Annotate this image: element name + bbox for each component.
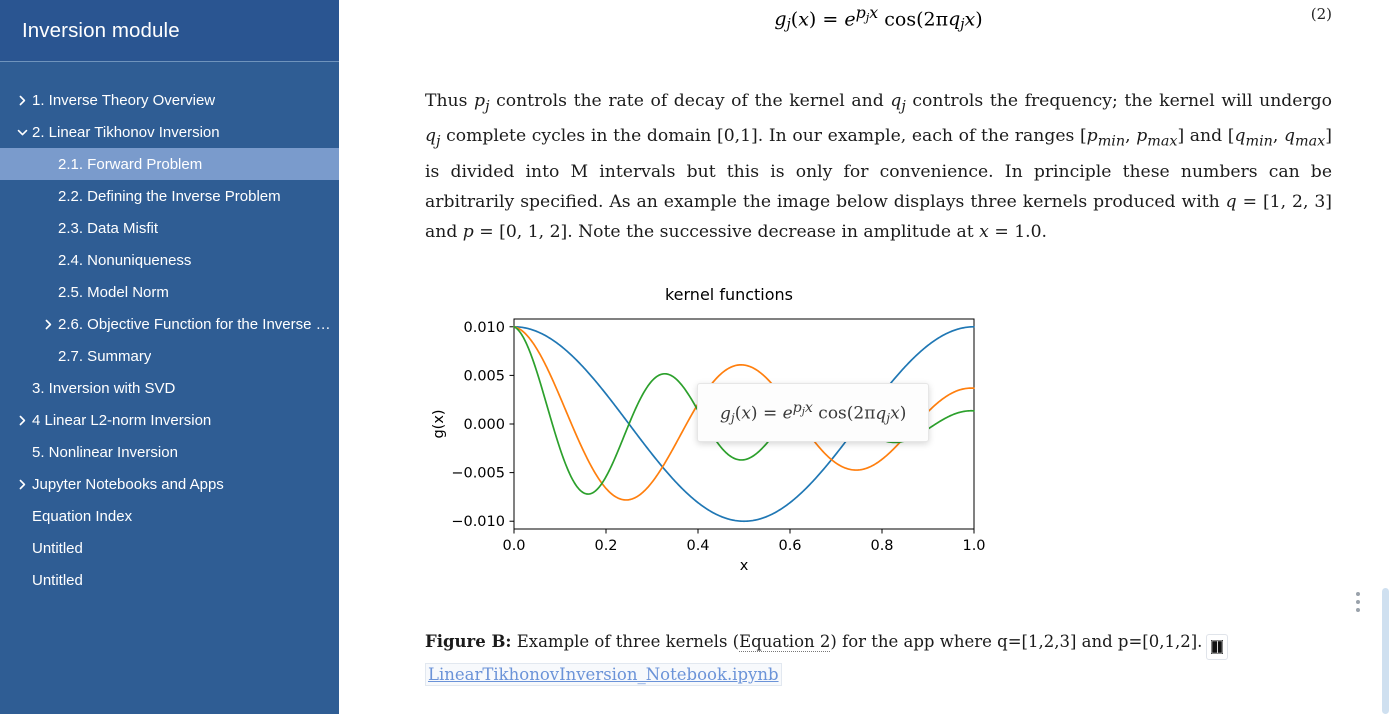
- figure-label: Figure B:: [425, 631, 512, 651]
- sidebar: Inversion module 1. Inverse Theory Overv…: [0, 0, 339, 714]
- sidebar-item-2-2-defining-the-inverse-problem[interactable]: 2.2. Defining the Inverse Problem: [0, 180, 339, 212]
- chevron-down-icon[interactable]: [14, 127, 30, 138]
- sidebar-item-label: 2.5. Model Norm: [58, 283, 169, 301]
- x-tick-label: 0.8: [870, 538, 893, 554]
- sidebar-item-5-nonlinear-inversion[interactable]: 5. Nonlinear Inversion: [0, 436, 339, 468]
- sidebar-item-label: Jupyter Notebooks and Apps: [32, 475, 224, 493]
- y-tick-label: −0.010: [451, 514, 505, 530]
- dot: [1356, 592, 1360, 596]
- caption-text-after: ) for the app where q=[1,2,3] and p=[0,1…: [830, 631, 1203, 651]
- app-root: Inversion module 1. Inverse Theory Overv…: [0, 0, 1390, 714]
- sidebar-item-label: 2.1. Forward Problem: [58, 155, 203, 173]
- sidebar-item-4-linear-l2-norm-inversion[interactable]: 4 Linear L2-norm Inversion: [0, 404, 339, 436]
- sidebar-item-label: 5. Nonlinear Inversion: [32, 443, 178, 461]
- sidebar-item-label: 3. Inversion with SVD: [32, 379, 176, 397]
- figure-caption: Figure B: Example of three kernels (Equa…: [425, 627, 1332, 690]
- sidebar-item-2-7-summary[interactable]: 2.7. Summary: [0, 340, 339, 372]
- sidebar-item-label: 4 Linear L2-norm Inversion: [32, 411, 212, 429]
- chevron-right-icon[interactable]: [14, 95, 30, 106]
- chevron-right-icon[interactable]: [40, 319, 56, 330]
- sidebar-item-label: 2.4. Nonuniqueness: [58, 251, 192, 269]
- sidebar-header: Inversion module: [0, 0, 339, 62]
- x-tick-label: 0.0: [502, 538, 525, 554]
- sidebar-item-label: 2.2. Defining the Inverse Problem: [58, 187, 281, 205]
- equation-reference-link[interactable]: Equation 2: [739, 631, 831, 652]
- sidebar-item-1-inverse-theory-overview[interactable]: 1. Inverse Theory Overview: [0, 84, 339, 116]
- x-tick-label: 0.6: [778, 538, 801, 554]
- sidebar-item-2-linear-tikhonov-inversion[interactable]: 2. Linear Tikhonov Inversion: [0, 116, 339, 148]
- x-axis-label: x: [740, 558, 749, 573]
- sidebar-item-label: Untitled: [32, 539, 83, 557]
- x-tick-label: 1.0: [962, 538, 985, 554]
- notebook-icon[interactable]: [1206, 633, 1229, 660]
- page-scrollbar-thumb[interactable]: [1382, 588, 1389, 714]
- sidebar-item-2-5-model-norm[interactable]: 2.5. Model Norm: [0, 276, 339, 308]
- y-tick-label: 0.005: [463, 368, 505, 384]
- sidebar-item-2-1-forward-problem[interactable]: 2.1. Forward Problem: [0, 148, 339, 180]
- sidebar-item-3-inversion-with-svd[interactable]: 3. Inversion with SVD: [0, 372, 339, 404]
- dot: [1356, 600, 1360, 604]
- y-tick-label: 0.000: [463, 417, 505, 433]
- sidebar-item-untitled[interactable]: Untitled: [0, 532, 339, 564]
- sidebar-item-2-6-objective-function-for-the-inverse[interactable]: 2.6. Objective Function for the Inverse …: [0, 308, 339, 340]
- sidebar-item-label: Untitled: [32, 571, 83, 589]
- plot-canvas: 0.0 0.2 0.4 0.6 0.8 1.0 x 0.010 0.005 0.000 −0.005…: [431, 318, 986, 573]
- sidebar-item-label: 1. Inverse Theory Overview: [32, 91, 216, 109]
- sidebar-item-label: Equation Index: [32, 507, 133, 525]
- equation-block-2: gj(x) = epjx cos(2πqjx) (2): [425, 0, 1332, 40]
- sidebar-item-label: 2.3. Data Misfit: [58, 219, 159, 237]
- sidebar-item-untitled[interactable]: Untitled: [0, 564, 339, 596]
- main-content: gj(x) = epjx cos(2πqjx) (2) Thus pj cont…: [339, 0, 1390, 714]
- body-paragraph: Thus pj controls the rate of decay of th…: [425, 91, 1333, 242]
- vertical-dots-icon[interactable]: [1351, 592, 1365, 612]
- equation-2-body: gj(x) = epjx cos(2πqjx): [774, 3, 983, 33]
- equation-2-number: (2): [1310, 5, 1332, 23]
- equation-tooltip: gj(x) = epjx cos(2πqjx): [697, 383, 930, 442]
- y-axis-label: g(x): [431, 409, 447, 438]
- sidebar-item-label: 2. Linear Tikhonov Inversion: [32, 123, 220, 141]
- sidebar-item-label: 2.6. Objective Function for the Inverse …: [58, 315, 331, 333]
- sidebar-item-label: 2.7. Summary: [58, 347, 152, 365]
- sidebar-item-jupyter-notebooks-and-apps[interactable]: Jupyter Notebooks and Apps: [0, 468, 339, 500]
- sidebar-item-2-4-nonuniqueness[interactable]: 2.4. Nonuniqueness: [0, 244, 339, 276]
- sidebar-item-equation-index[interactable]: Equation Index: [0, 500, 339, 532]
- figure-b: kernel functions 0.0 0.2 0.4 0.6 0.8 1.0 x 0.01…: [425, 285, 1332, 690]
- sidebar-nav: 1. Inverse Theory Overview 2. Linear Tikh…: [0, 62, 339, 596]
- notebook-link[interactable]: LinearTikhonovInversion_Notebook.ipynb: [425, 662, 782, 686]
- chevron-right-icon[interactable]: [14, 479, 30, 490]
- x-tick-label: 0.4: [686, 538, 709, 554]
- sidebar-title: Inversion module: [22, 18, 180, 42]
- chevron-right-icon[interactable]: [14, 415, 30, 426]
- x-tick-label: 0.2: [594, 538, 617, 554]
- sidebar-item-2-3-data-misfit[interactable]: 2.3. Data Misfit: [0, 212, 339, 244]
- caption-text-before: Example of three kernels (: [516, 631, 740, 651]
- y-tick-label: 0.010: [463, 320, 505, 336]
- y-tick-label: −0.005: [451, 465, 505, 481]
- document-body: gj(x) = epjx cos(2πqjx) (2) Thus pj cont…: [339, 0, 1390, 690]
- dot: [1356, 608, 1360, 612]
- page-scrollbar-track[interactable]: [1381, 0, 1390, 714]
- plot-title: kernel functions: [664, 284, 794, 304]
